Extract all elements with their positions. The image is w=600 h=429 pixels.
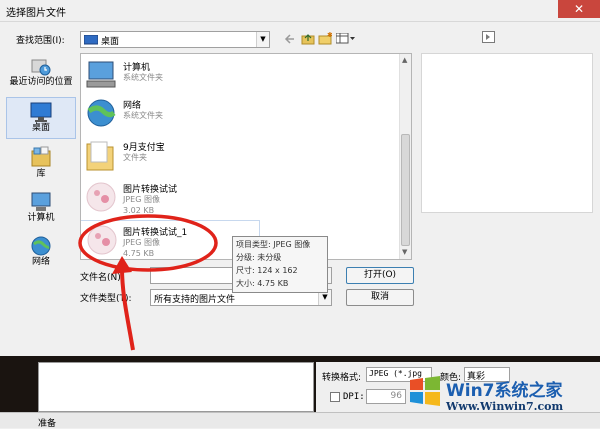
place-recent[interactable]: 最近访问的位置: [6, 57, 76, 95]
tooltip-type: 项目类型: JPEG 图像: [236, 240, 311, 249]
title-bar: 选择图片文件 ✕: [0, 0, 600, 22]
cancel-button[interactable]: 取消: [346, 289, 414, 306]
computer-icon: [31, 192, 51, 211]
file-tooltip: 项目类型: JPEG 图像 分级: 未分级 尺寸: 124 x 162 大小: …: [232, 236, 328, 293]
lookin-value: 桌面: [101, 37, 120, 47]
place-label: 桌面: [31, 123, 50, 133]
scroll-up-arrow[interactable]: ▲: [402, 56, 407, 64]
place-label: 网络: [31, 257, 50, 267]
filetype-label: 文件类型(T):: [80, 294, 132, 304]
scroll-down-arrow[interactable]: ▼: [402, 248, 407, 256]
computer-icon: [86, 61, 116, 88]
status-text: 准备: [38, 419, 57, 429]
vertical-scrollbar[interactable]: ▲ ▼: [399, 54, 411, 259]
lookin-combo[interactable]: 桌面 ▼: [80, 31, 270, 48]
watermark-url: Www.Winwin7.com: [446, 400, 564, 413]
lookin-label: 查找范围(I):: [16, 36, 65, 46]
file-type: 文件夹: [123, 153, 147, 162]
desktop-small-icon: [84, 35, 98, 45]
file-type: JPEG 图像: [123, 195, 160, 204]
place-network[interactable]: 网络: [6, 235, 76, 275]
file-type: 系统文件夹: [123, 73, 163, 82]
preview-pane: [421, 53, 593, 213]
jpeg-image-icon: [87, 225, 117, 255]
close-button[interactable]: ✕: [558, 0, 600, 18]
dpi-checkbox[interactable]: [330, 392, 340, 402]
svg-text:✱: ✱: [327, 32, 332, 39]
tooltip-size: 大小: 4.75 KB: [236, 279, 289, 288]
view-menu-icon[interactable]: [336, 33, 356, 44]
places-bar: 最近访问的位置 桌面 库 计算机 网络: [6, 55, 76, 297]
file-list[interactable]: 计算机 系统文件夹 网络 系统文件夹 9月支付宝 文件夹 图片转换试试 JPEG…: [80, 53, 412, 260]
dpi-label: DPI:: [343, 392, 365, 402]
scroll-thumb[interactable]: [401, 134, 410, 246]
convert-format-label: 转换格式:: [322, 373, 362, 383]
place-label: 计算机: [27, 213, 55, 223]
list-item[interactable]: 9月支付宝 文件夹: [81, 136, 399, 176]
file-type-size: JPEG 图像 4.75 KB: [123, 237, 160, 259]
background-text-box: [38, 362, 314, 412]
filetype-value: 所有支持的图片文件: [154, 295, 236, 305]
watermark-brand: Win7系统之家: [446, 381, 563, 401]
watermark-logo: Win7系统之家 Www.Winwin7.com: [400, 370, 600, 428]
list-item[interactable]: 图片转换试试 JPEG 图像 3.02 KB: [81, 178, 399, 218]
network-icon: [31, 236, 51, 256]
open-button[interactable]: 打开(O): [346, 267, 414, 284]
jpeg-image-icon: [86, 182, 116, 212]
recent-places-icon: [31, 59, 51, 76]
new-folder-icon[interactable]: ✱: [318, 32, 332, 45]
file-size: 3.02 KB: [123, 206, 155, 215]
place-library[interactable]: 库: [6, 145, 76, 185]
up-folder-icon[interactable]: [301, 32, 315, 45]
folder-icon: [86, 141, 114, 171]
tooltip-rating: 分级: 未分级: [236, 253, 282, 262]
network-globe-icon: [87, 99, 116, 127]
tooltip-dimensions: 尺寸: 124 x 162: [236, 266, 298, 275]
library-icon: [31, 146, 51, 167]
file-type: 系统文件夹: [123, 111, 163, 120]
windows-flag-icon: [410, 376, 440, 406]
window-title: 选择图片文件: [6, 8, 66, 19]
list-item[interactable]: 计算机 系统文件夹: [81, 56, 399, 96]
place-desktop[interactable]: 桌面: [6, 97, 76, 139]
chevron-down-icon[interactable]: ▼: [256, 32, 269, 47]
place-label: 库: [36, 169, 46, 179]
list-item[interactable]: 网络 系统文件夹: [81, 94, 399, 134]
back-icon[interactable]: [284, 33, 296, 45]
file-size: 4.75 KB: [123, 249, 155, 258]
file-type-size: JPEG 图像 3.02 KB: [123, 194, 160, 216]
preview-toggle-icon[interactable]: [482, 31, 495, 43]
filename-label: 文件名(N):: [80, 273, 124, 283]
place-label: 最近访问的位置: [9, 77, 73, 87]
desktop-icon: [30, 102, 52, 122]
place-computer[interactable]: 计算机: [6, 191, 76, 231]
file-type: JPEG 图像: [123, 238, 160, 247]
